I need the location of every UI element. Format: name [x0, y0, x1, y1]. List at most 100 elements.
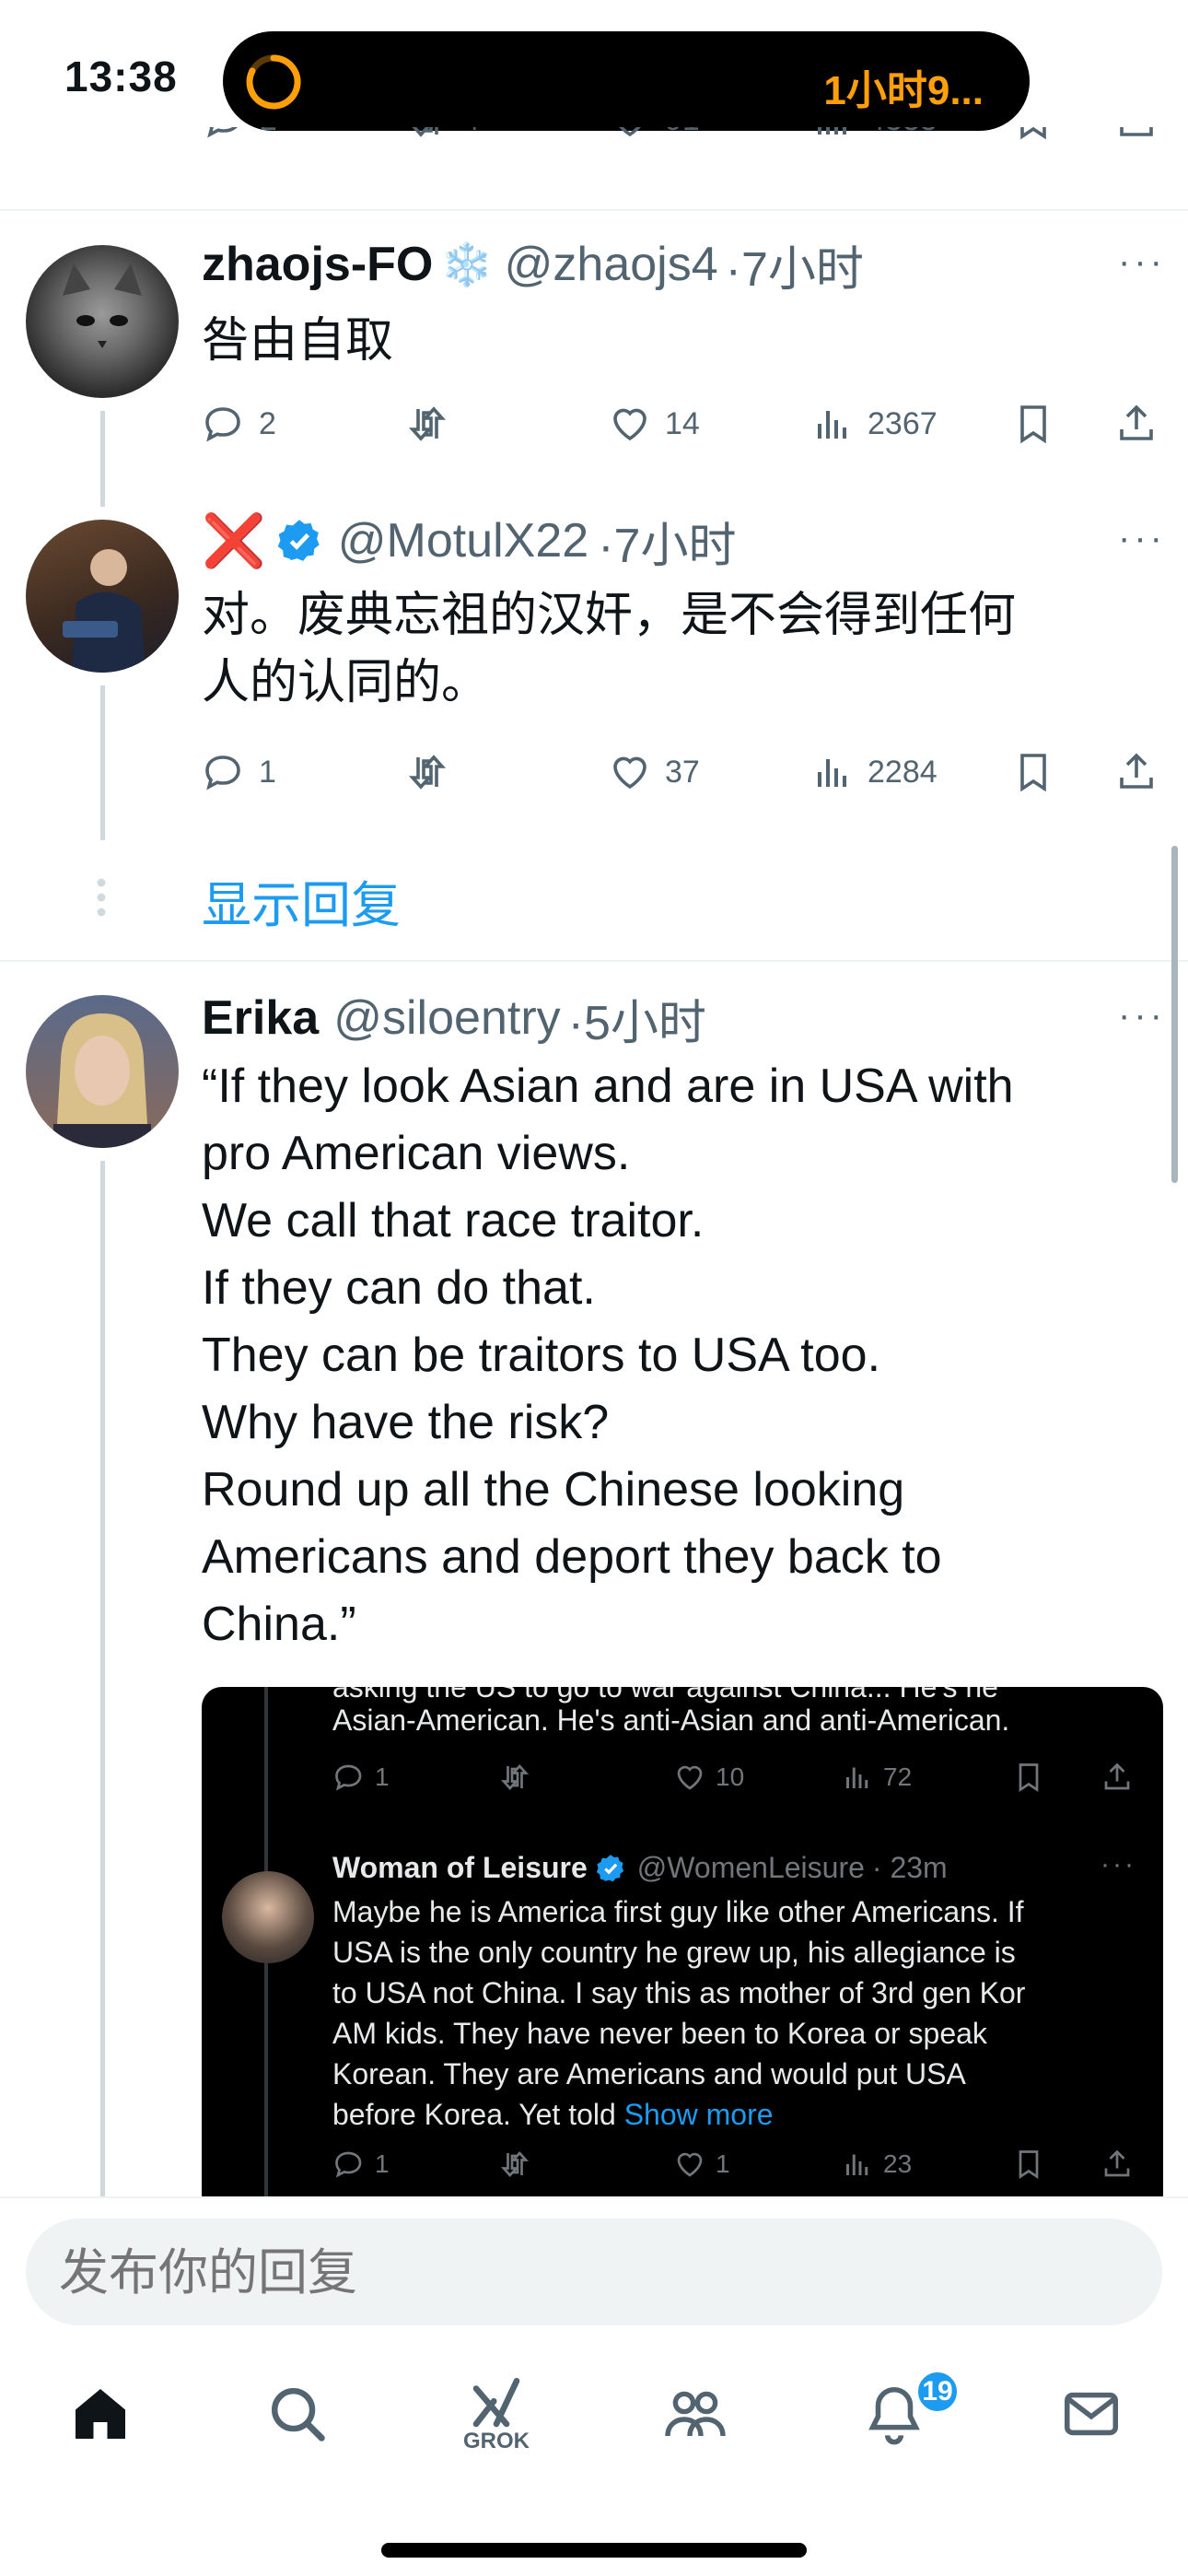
share-icon[interactable] — [1114, 127, 1159, 142]
share-icon — [1104, 1762, 1130, 1790]
show-more-link: Show more — [623, 2098, 774, 2131]
embed-text-line: Korean. They are Americans and would put… — [332, 2057, 966, 2090]
person-photo-icon — [63, 549, 146, 673]
tab-home[interactable] — [59, 2372, 142, 2455]
tweet-text-line: Why have the risk? — [202, 1396, 610, 1449]
dynamic-island[interactable]: 1小时9... — [223, 31, 1030, 131]
tweet-time[interactable]: ·7小时 — [726, 230, 864, 299]
grok-label: GROK — [463, 2429, 530, 2453]
reply-count: 2 — [260, 127, 277, 138]
person-photo-icon — [53, 1013, 151, 1148]
tweet-author-name[interactable]: zhaojs-FO — [202, 237, 433, 292]
repost-button[interactable] — [405, 402, 449, 446]
tweet-author-handle[interactable]: @MotulX22 — [338, 513, 588, 568]
views-button[interactable]: 2367 — [810, 402, 938, 446]
views-button[interactable]: 4333 — [810, 127, 938, 142]
notification-badge: 19 — [915, 2370, 960, 2414]
tweet-author-name[interactable]: Erika — [202, 990, 319, 1046]
status-time: 13:38 — [64, 53, 178, 100]
repost-icon — [408, 755, 447, 790]
like-count: 14 — [665, 405, 700, 441]
heart-icon — [613, 756, 646, 790]
share-icon[interactable] — [1114, 750, 1159, 794]
embed-repost — [498, 2148, 531, 2181]
reply-button[interactable]: 1 — [202, 750, 276, 794]
avatar-motulx22[interactable] — [26, 520, 179, 673]
embed-text-line: before Korea. Yet told — [332, 2098, 616, 2131]
communities-icon — [665, 2391, 726, 2437]
home-indicator[interactable] — [381, 2543, 807, 2558]
tab-grok[interactable]: GROK — [455, 2372, 538, 2455]
more-options-icon[interactable]: ··· — [1118, 995, 1166, 1036]
reply-count: 1 — [259, 754, 276, 790]
tweet-text: 对。废典忘祖的汉奸，是不会得到任何 人的认同的。 — [202, 582, 1016, 717]
like-button[interactable]: 14 — [608, 402, 700, 446]
tweet-text-line: They can be traitors to USA too. — [202, 1329, 881, 1382]
avatar-woman-of-leisure — [222, 1871, 314, 1963]
embed-text-line: to USA not China. I say this as mother o… — [332, 1976, 1026, 2009]
tab-search[interactable] — [256, 2372, 339, 2455]
repost-button[interactable] — [405, 750, 449, 794]
bookmark-icon[interactable] — [1011, 127, 1055, 142]
tab-messages[interactable] — [1050, 2372, 1133, 2455]
home-icon — [76, 2389, 125, 2439]
views-icon — [818, 127, 846, 135]
tweet-author-name[interactable]: ❌ — [202, 510, 266, 571]
tweet-author-handle[interactable]: @zhaojs4 — [505, 237, 718, 292]
reply-icon — [205, 407, 240, 442]
reply-icon — [207, 127, 238, 138]
thread-line — [100, 685, 105, 840]
share-icon[interactable] — [1114, 402, 1159, 446]
reply-input[interactable] — [59, 2244, 1072, 2301]
like-count: 91 — [665, 127, 700, 138]
reply-icon — [335, 2151, 362, 2178]
show-replies-link[interactable]: 显示回复 — [202, 864, 401, 937]
repost-icon — [500, 2150, 530, 2178]
repost-button[interactable]: 4 — [405, 127, 480, 142]
avatar-erika[interactable] — [26, 995, 179, 1148]
reply-icon — [205, 755, 240, 790]
repost-icon — [412, 127, 438, 137]
bookmark-icon[interactable] — [1011, 750, 1055, 794]
reply-icon — [335, 1764, 362, 1791]
views-icon — [818, 411, 846, 439]
tweet-text-line: 人的认同的。 — [202, 656, 490, 709]
embed-time: · 23m — [871, 1851, 948, 1884]
heart-icon — [677, 2152, 703, 2177]
tweet-text-line: 对。废典忘祖的汉奸，是不会得到任何 — [202, 589, 1017, 642]
embed-reply: 1 — [332, 1761, 390, 1794]
thread-line — [100, 1161, 105, 2196]
tweet-text-line: If they can do that. — [202, 1261, 596, 1315]
messages-icon — [1064, 2392, 1119, 2436]
more-options-icon[interactable]: ··· — [1118, 518, 1166, 559]
views-count: 2284 — [868, 754, 938, 790]
tweet-time[interactable]: ·7小时 — [598, 507, 736, 576]
embed-views: 72 — [841, 1761, 912, 1794]
embedded-screenshot-image[interactable]: asking the US to go to war against China… — [202, 1687, 1163, 2203]
divider — [0, 2196, 1188, 2198]
views-button[interactable]: 2284 — [810, 750, 938, 794]
more-options-icon[interactable]: ··· — [1118, 241, 1166, 283]
reply-button[interactable]: 2 — [202, 402, 276, 446]
embed-author-name: Woman of Leisure — [332, 1851, 588, 1884]
like-button[interactable]: 91 — [608, 127, 700, 142]
bookmark-icon[interactable] — [1011, 402, 1055, 446]
more-options-icon: ··· — [1101, 1849, 1136, 1879]
reply-button[interactable]: 2 — [203, 127, 277, 142]
embed-author-handle: @WomenLeisure — [636, 1851, 865, 1884]
heart-icon — [677, 1765, 703, 1790]
tweet-text-line: China.” — [202, 1598, 356, 1651]
bookmark-icon — [1019, 1763, 1039, 1793]
activity-text: 1小时9... — [823, 68, 984, 113]
reply-composer[interactable] — [26, 2219, 1162, 2325]
scrollbar[interactable] — [1171, 846, 1178, 1183]
avatar-zhaojs[interactable] — [26, 245, 179, 398]
tweet-author-handle[interactable]: @siloentry — [333, 990, 560, 1046]
tweet-time[interactable]: ·5小时 — [568, 984, 706, 1053]
tab-communities[interactable] — [654, 2372, 737, 2455]
heart-icon — [613, 408, 646, 441]
tweet-text-line: Round up all the Chinese looking — [202, 1463, 905, 1516]
like-button[interactable]: 37 — [608, 750, 700, 794]
reply-count: 1 — [375, 2149, 390, 2178]
views-count: 4333 — [868, 127, 938, 138]
